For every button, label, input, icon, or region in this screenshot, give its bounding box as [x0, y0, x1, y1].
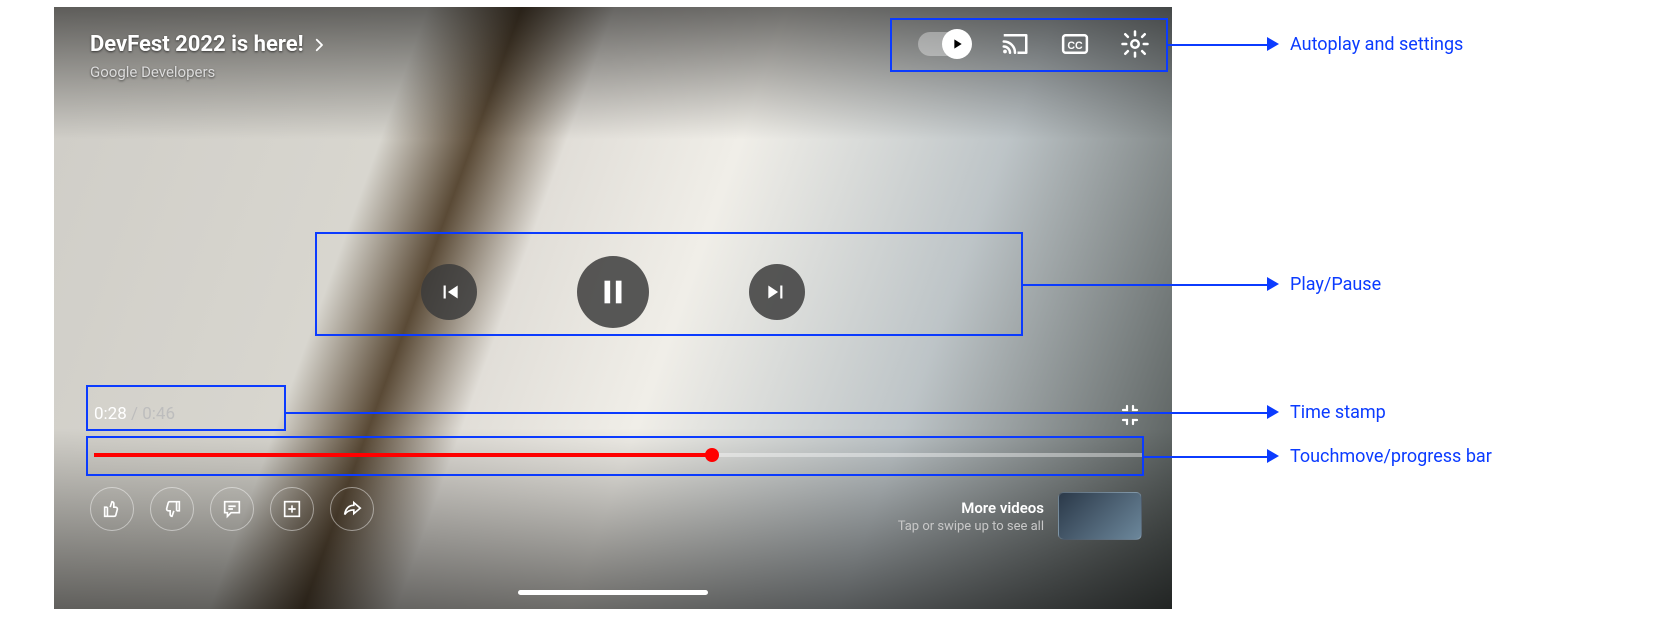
annotation-label-play-pause: Play/Pause — [1290, 274, 1381, 295]
share-button[interactable] — [330, 487, 374, 531]
cast-icon — [1000, 29, 1030, 59]
settings-button[interactable] — [1120, 29, 1150, 59]
pause-icon — [596, 275, 630, 309]
play-pause-button[interactable] — [577, 256, 649, 328]
like-button[interactable] — [90, 487, 134, 531]
svg-text:CC: CC — [1067, 40, 1083, 52]
video-title-block[interactable]: DevFest 2022 is here! Google Developers — [90, 32, 328, 81]
closed-captions-icon: CC — [1060, 29, 1090, 59]
more-videos-title: More videos — [898, 499, 1044, 517]
more-videos[interactable]: More videos Tap or swipe up to see all — [898, 492, 1142, 540]
autoplay-knob — [942, 29, 972, 59]
chevron-right-icon — [310, 36, 328, 54]
current-time: 0:28 — [94, 404, 127, 424]
exit-fullscreen-button[interactable] — [1118, 403, 1142, 431]
video-title: DevFest 2022 is here! — [90, 32, 304, 57]
cc-button[interactable]: CC — [1060, 29, 1090, 59]
next-track-icon — [764, 279, 790, 305]
comments-icon — [221, 498, 243, 520]
annotation-arrow — [1267, 37, 1279, 51]
action-row — [90, 487, 374, 531]
annotation-arrow — [1267, 405, 1279, 419]
channel-name: Google Developers — [90, 63, 328, 81]
more-videos-subtitle: Tap or swipe up to see all — [898, 519, 1044, 534]
thumbs-down-icon — [161, 498, 183, 520]
more-videos-thumbnail — [1058, 492, 1142, 540]
settings-gear-icon — [1120, 29, 1150, 59]
next-button[interactable] — [749, 264, 805, 320]
annotation-arrow — [1267, 277, 1279, 291]
save-to-playlist-icon — [281, 498, 303, 520]
progress-bar[interactable] — [94, 453, 1142, 457]
timestamp: 0:28 / 0:46 — [94, 404, 175, 424]
comments-button[interactable] — [210, 487, 254, 531]
exit-fullscreen-icon — [1118, 403, 1142, 427]
thumbs-up-icon — [101, 498, 123, 520]
cast-button[interactable] — [1000, 29, 1030, 59]
progress-fill — [94, 453, 712, 457]
annotation-arrow — [1267, 449, 1279, 463]
annotation-label-autoplay-settings: Autoplay and settings — [1290, 34, 1463, 55]
dislike-button[interactable] — [150, 487, 194, 531]
top-controls: CC — [918, 29, 1150, 59]
autoplay-toggle[interactable] — [918, 32, 970, 56]
save-button[interactable] — [270, 487, 314, 531]
video-player[interactable]: DevFest 2022 is here! Google Developers — [54, 7, 1172, 609]
previous-track-icon — [436, 279, 462, 305]
share-icon — [341, 498, 363, 520]
home-indicator[interactable] — [518, 590, 708, 595]
center-playback-controls — [54, 252, 1172, 332]
progress-thumb[interactable] — [705, 448, 719, 462]
annotation-line — [1168, 44, 1268, 46]
previous-button[interactable] — [421, 264, 477, 320]
annotation-label-timestamp: Time stamp — [1290, 402, 1386, 423]
duration: 0:46 — [142, 404, 175, 424]
annotation-label-progress: Touchmove/progress bar — [1290, 446, 1492, 467]
